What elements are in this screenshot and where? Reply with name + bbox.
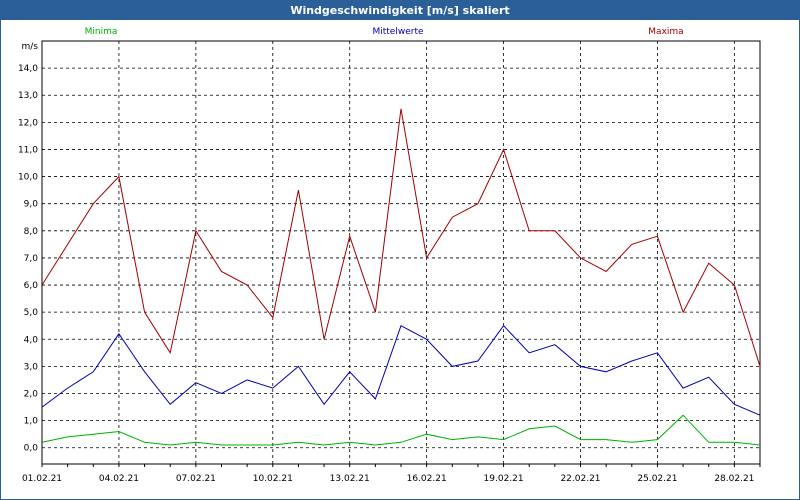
y-tick-label: 13,0 [18, 91, 38, 101]
x-tick-label: 01.02.21 [22, 474, 62, 484]
x-tick-label: 13.02.21 [330, 474, 370, 484]
y-tick-label: 3,0 [24, 362, 39, 372]
window-title: Windgeschwindigkeit [m/s] skaliert [1, 1, 799, 20]
x-tick-label: 10.02.21 [253, 474, 293, 484]
y-tick-label: 14,0 [18, 64, 38, 74]
y-tick-label: 11,0 [18, 145, 38, 155]
x-tick-label: 16.02.21 [407, 474, 447, 484]
chart-window: Windgeschwindigkeit [m/s] skaliert 0,0 1,… [0, 0, 800, 500]
y-tick-label: 6,0 [24, 281, 39, 291]
y-tick-label: 8,0 [24, 227, 39, 237]
y-tick-label: 1,0 [24, 417, 39, 427]
x-tick-label: 25.02.21 [637, 474, 677, 484]
y-tick-label: 5,0 [24, 308, 39, 318]
x-tick-label: 22.02.21 [560, 474, 600, 484]
legend-mittelwerte: Mittelwerte [372, 27, 423, 37]
legend-minima: Minima [85, 27, 118, 37]
x-tick-label: 19.02.21 [484, 474, 524, 484]
wind-speed-chart: 0,0 1,0 2,0 3,0 4,0 5,0 6,0 7,0 8,0 9,0 10,0 11,0 12… [18, 27, 761, 484]
y-tick-label: 2,0 [24, 390, 39, 400]
y-tick-label: 10,0 [18, 173, 38, 183]
plot-area [41, 40, 761, 465]
y-axis-label: m/s [22, 42, 39, 52]
y-tick-label: 9,0 [24, 200, 39, 210]
x-tick-label: 04.02.21 [99, 474, 139, 484]
y-tick-label: 12,0 [18, 118, 38, 128]
legend-maxima: Maxima [648, 27, 683, 37]
y-tick-label: 0,0 [24, 444, 39, 454]
x-tick-label: 07.02.21 [176, 474, 216, 484]
x-tick-label: 28.02.21 [714, 474, 754, 484]
y-tick-label: 7,0 [24, 254, 39, 264]
y-tick-label: 4,0 [24, 335, 39, 345]
